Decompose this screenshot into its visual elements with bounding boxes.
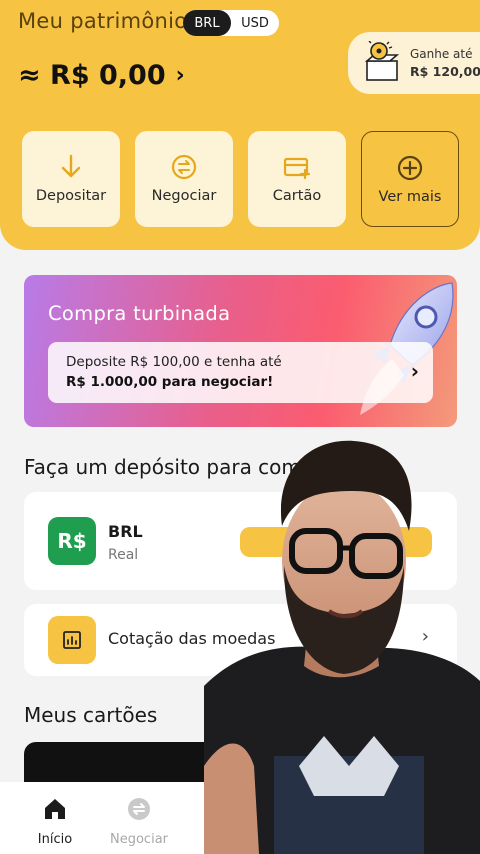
wealth-header: Meu patrimônio BRL USD ≈ R$ 0,00 › Ganhe… [0,0,480,250]
arrow-down-icon [61,154,81,178]
promo-earn-badge[interactable]: Ganhe até R$ 120,00 [348,32,480,94]
gift-box-icon [364,41,400,81]
balance-value: ≈ R$ 0,00 [18,60,166,91]
card-icon [283,157,311,180]
nav-item-home[interactable]: Início [10,796,100,847]
currency-toggle[interactable]: BRL USD [183,10,279,36]
promo-label: Ganhe até [410,47,473,61]
see-more-button[interactable]: Ver mais [361,131,459,227]
exchange-icon [128,798,150,820]
promo-amount: R$ 120,00 [410,64,480,79]
home-icon [45,799,65,819]
exchange-icon [171,154,197,180]
balance-display[interactable]: ≈ R$ 0,00 › [18,60,185,91]
turbo-title: Compra turbinada [48,302,231,325]
chevron-right-icon: › [175,63,185,88]
currency-option-brl[interactable]: BRL [183,10,231,36]
card-label: Cartão [272,188,322,204]
quick-actions: Depositar Negociar Cartão Ver mais [22,131,459,227]
deposit-label: Depositar [35,188,107,204]
nav-item-trade[interactable]: Negociar [94,796,184,847]
app-screen: Meu patrimônio BRL USD ≈ R$ 0,00 › Ganhe… [0,0,480,854]
nav-trade-label: Negociar [110,832,168,847]
trade-label: Negociar [151,188,217,204]
currency-code: BRL [108,522,143,541]
chevron-right-icon: › [410,359,419,383]
currency-option-usd[interactable]: USD [231,10,279,36]
currency-name: Real [108,547,139,563]
brl-logo: R$ [48,517,96,565]
nav-home-label: Início [37,832,73,847]
turbo-offer-card[interactable]: Deposite R$ 100,00 e tenha até R$ 1.000,… [48,342,433,403]
see-more-label: Ver mais [378,189,442,205]
trade-button[interactable]: Negociar [135,131,233,227]
turbo-purchase-banner[interactable]: Compra turbinada Deposite R$ 100,00 e te… [24,275,457,427]
person-video-overlay [204,440,480,854]
plus-circle-icon [397,155,423,181]
wealth-title: Meu patrimônio [18,9,188,33]
deposit-button[interactable]: Depositar [22,131,120,227]
chart-icon [48,616,96,664]
my-cards-title: Meus cartões [24,703,158,727]
turbo-offer-line2: R$ 1.000,00 para negociar! [66,374,274,390]
card-button[interactable]: Cartão [248,131,346,227]
turbo-offer-line1: Deposite R$ 100,00 e tenha até [66,354,282,370]
